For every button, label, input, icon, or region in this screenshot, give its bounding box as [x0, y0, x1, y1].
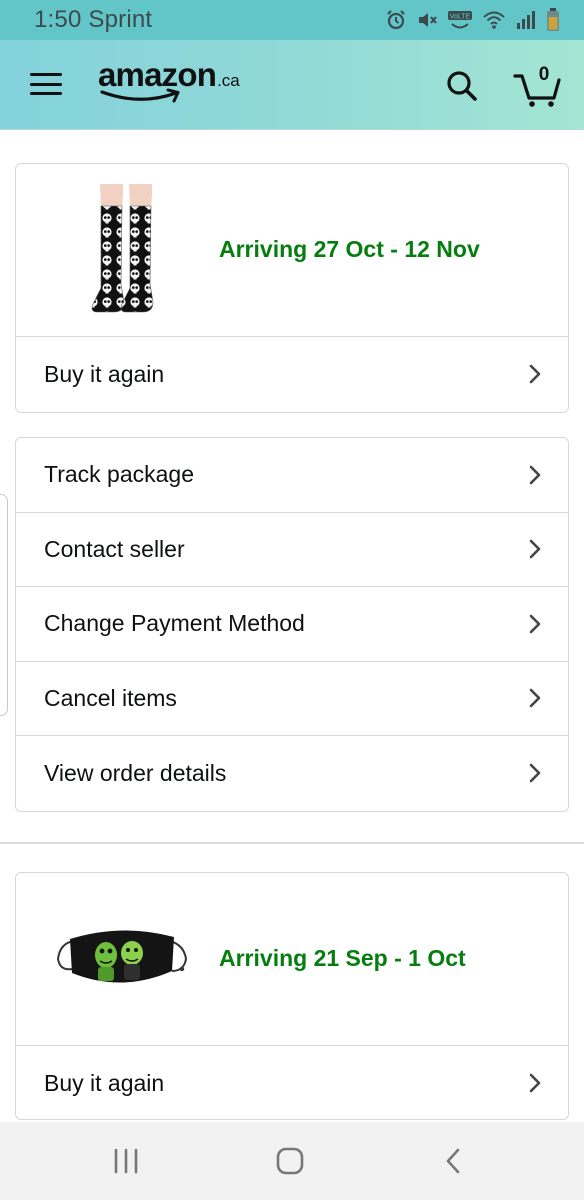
- face-mask-image-icon: [56, 930, 188, 983]
- chevron-right-icon: [529, 688, 541, 708]
- product-image[interactable]: [86, 184, 166, 316]
- logo-suffix: .ca: [217, 71, 240, 90]
- wifi-icon: [482, 9, 506, 31]
- section-divider: [0, 842, 584, 844]
- buy-again-label: Buy it again: [44, 1069, 165, 1096]
- product-row[interactable]: Arriving 27 Oct - 12 Nov: [16, 164, 568, 337]
- view-order-details-button[interactable]: View order details: [16, 736, 568, 811]
- action-label: Contact seller: [44, 535, 185, 562]
- edge-panel-handle[interactable]: [0, 494, 8, 716]
- chevron-right-icon: [529, 364, 541, 384]
- volte-label: VoLTE: [450, 14, 471, 21]
- carrier-name: Sprint: [88, 6, 153, 33]
- amazon-logo[interactable]: amazon.ca: [98, 58, 240, 108]
- clock-text: 1:50: [34, 6, 82, 33]
- system-nav-bar: [0, 1122, 584, 1200]
- buy-again-button[interactable]: Buy it again: [16, 1046, 568, 1119]
- signal-icon: [515, 9, 537, 31]
- volte-icon: VoLTE: [447, 9, 473, 31]
- status-bar: 1:50 Sprint VoLTE: [0, 0, 584, 40]
- menu-bar: [30, 82, 62, 86]
- skull-socks-image-icon: [91, 184, 154, 313]
- product-row[interactable]: Arriving 21 Sep - 1 Oct: [16, 873, 568, 1046]
- alarm-icon: [385, 9, 407, 31]
- chevron-right-icon: [529, 763, 541, 783]
- action-label: View order details: [44, 759, 227, 786]
- chevron-right-icon: [529, 539, 541, 559]
- back-icon[interactable]: [434, 1146, 474, 1176]
- chevron-right-icon: [529, 614, 541, 634]
- order-card: Arriving 21 Sep - 1 Oct Buy it again: [15, 872, 569, 1120]
- status-time: 1:50 Sprint: [34, 6, 152, 34]
- mute-icon: [416, 9, 438, 31]
- track-package-button[interactable]: Track package: [16, 438, 568, 513]
- search-icon[interactable]: [444, 68, 480, 104]
- chevron-right-icon: [529, 465, 541, 485]
- cancel-items-button[interactable]: Cancel items: [16, 662, 568, 736]
- contact-seller-button[interactable]: Contact seller: [16, 513, 568, 587]
- arrival-date: Arriving 27 Oct - 12 Nov: [219, 236, 480, 262]
- logo-smile-icon: [100, 88, 180, 103]
- battery-icon: [546, 8, 560, 32]
- action-label: Change Payment Method: [44, 610, 305, 637]
- chevron-right-icon: [529, 1073, 541, 1093]
- cart-count: 0: [538, 64, 550, 85]
- recent-apps-icon[interactable]: [106, 1146, 146, 1176]
- order-card: Arriving 27 Oct - 12 Nov Buy it again: [15, 163, 569, 413]
- buy-again-label: Buy it again: [44, 360, 165, 387]
- action-label: Cancel items: [44, 684, 177, 711]
- menu-bar: [30, 73, 62, 76]
- cart-icon[interactable]: 0: [512, 64, 564, 108]
- change-payment-method-button[interactable]: Change Payment Method: [16, 587, 568, 662]
- product-image[interactable]: [54, 919, 190, 999]
- buy-again-button[interactable]: Buy it again: [16, 337, 568, 412]
- home-icon[interactable]: [270, 1146, 310, 1176]
- order-actions-card: Track package Contact seller Change Paym…: [15, 437, 569, 812]
- arrival-date: Arriving 21 Sep - 1 Oct: [219, 945, 466, 971]
- app-header: amazon.ca 0: [0, 40, 584, 130]
- action-label: Track package: [44, 461, 194, 488]
- menu-bar: [30, 92, 62, 95]
- hamburger-menu-icon[interactable]: [30, 70, 62, 98]
- status-icons: VoLTE: [385, 8, 560, 32]
